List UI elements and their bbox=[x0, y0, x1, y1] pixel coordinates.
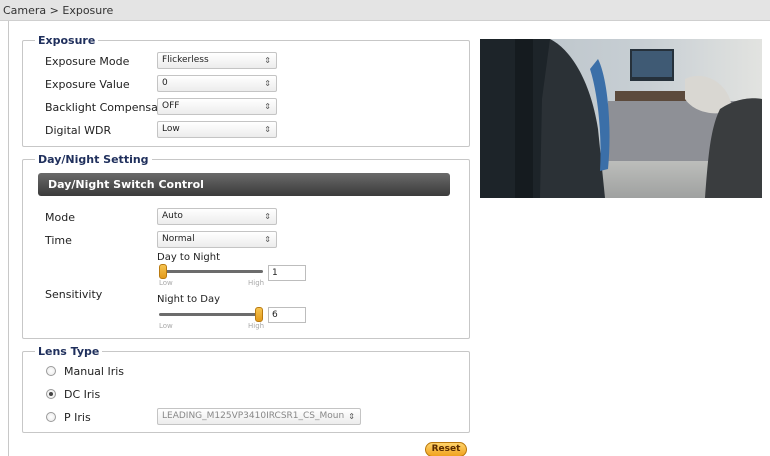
content-border bbox=[8, 21, 9, 456]
exposure-mode-label: Exposure Mode bbox=[45, 55, 130, 68]
night-to-day-label: Night to Day bbox=[157, 294, 221, 305]
updown-arrow-icon: ⇕ bbox=[264, 56, 271, 65]
daynight-switch-header: Day/Night Switch Control bbox=[38, 173, 450, 196]
night-to-day-input[interactable]: 6 bbox=[268, 307, 306, 323]
daynight-mode-value: Auto bbox=[162, 211, 183, 221]
updown-arrow-icon: ⇕ bbox=[264, 212, 271, 221]
exposure-mode-select[interactable]: Flickerless ⇕ bbox=[157, 52, 277, 69]
daynight-time-select[interactable]: Normal ⇕ bbox=[157, 231, 277, 248]
daynight-group-title: Day/Night Setting bbox=[35, 153, 152, 166]
night-to-day-slider-track[interactable] bbox=[159, 313, 263, 316]
digital-wdr-label: Digital WDR bbox=[45, 124, 112, 137]
p-iris-lens-select[interactable]: LEADING_M125VP3410IRCSR1_CS_Mount_P ⇕ bbox=[157, 408, 361, 425]
day-to-night-slider-track[interactable] bbox=[159, 270, 263, 273]
daynight-mode-label: Mode bbox=[45, 211, 75, 224]
lens-type-group-title: Lens Type bbox=[35, 345, 103, 358]
backlight-compensation-value: OFF bbox=[162, 101, 180, 111]
p-iris-radio[interactable] bbox=[46, 412, 56, 422]
exposure-value-label: Exposure Value bbox=[45, 78, 130, 91]
exposure-value-value: 0 bbox=[162, 78, 168, 88]
updown-arrow-icon: ⇕ bbox=[264, 102, 271, 111]
p-iris-label[interactable]: P Iris bbox=[64, 411, 91, 424]
digital-wdr-select[interactable]: Low ⇕ bbox=[157, 121, 277, 138]
reset-button[interactable]: Reset bbox=[425, 442, 467, 456]
breadcrumb: Camera > Exposure bbox=[3, 4, 114, 17]
updown-arrow-icon: ⇕ bbox=[264, 125, 271, 134]
breadcrumb-bar: Camera > Exposure bbox=[0, 0, 770, 21]
day-to-night-high-tick: High bbox=[248, 279, 265, 287]
manual-iris-label[interactable]: Manual Iris bbox=[64, 365, 124, 378]
night-to-day-low-tick: Low bbox=[159, 322, 173, 330]
exposure-mode-value: Flickerless bbox=[162, 55, 209, 65]
dc-iris-radio[interactable] bbox=[46, 389, 56, 399]
night-to-day-slider-thumb[interactable] bbox=[255, 307, 263, 322]
daynight-time-label: Time bbox=[45, 234, 72, 247]
updown-arrow-icon: ⇕ bbox=[264, 235, 271, 244]
exposure-group-title: Exposure bbox=[35, 34, 99, 47]
dc-iris-label[interactable]: DC Iris bbox=[64, 388, 100, 401]
p-iris-lens-value: LEADING_M125VP3410IRCSR1_CS_Mount_P bbox=[162, 411, 344, 421]
updown-arrow-icon: ⇕ bbox=[348, 412, 355, 421]
camera-preview-image bbox=[480, 39, 762, 198]
night-to-day-high-tick: High bbox=[248, 322, 265, 330]
day-to-night-input[interactable]: 1 bbox=[268, 265, 306, 281]
daynight-time-value: Normal bbox=[162, 234, 195, 244]
daynight-mode-select[interactable]: Auto ⇕ bbox=[157, 208, 277, 225]
manual-iris-radio[interactable] bbox=[46, 366, 56, 376]
backlight-compensation-select[interactable]: OFF ⇕ bbox=[157, 98, 277, 115]
sensitivity-label: Sensitivity bbox=[45, 288, 103, 301]
day-to-night-slider-thumb[interactable] bbox=[159, 264, 167, 279]
exposure-value-select[interactable]: 0 ⇕ bbox=[157, 75, 277, 92]
day-to-night-label: Day to Night bbox=[157, 252, 221, 263]
digital-wdr-value: Low bbox=[162, 124, 180, 134]
updown-arrow-icon: ⇕ bbox=[264, 79, 271, 88]
day-to-night-low-tick: Low bbox=[159, 279, 173, 287]
